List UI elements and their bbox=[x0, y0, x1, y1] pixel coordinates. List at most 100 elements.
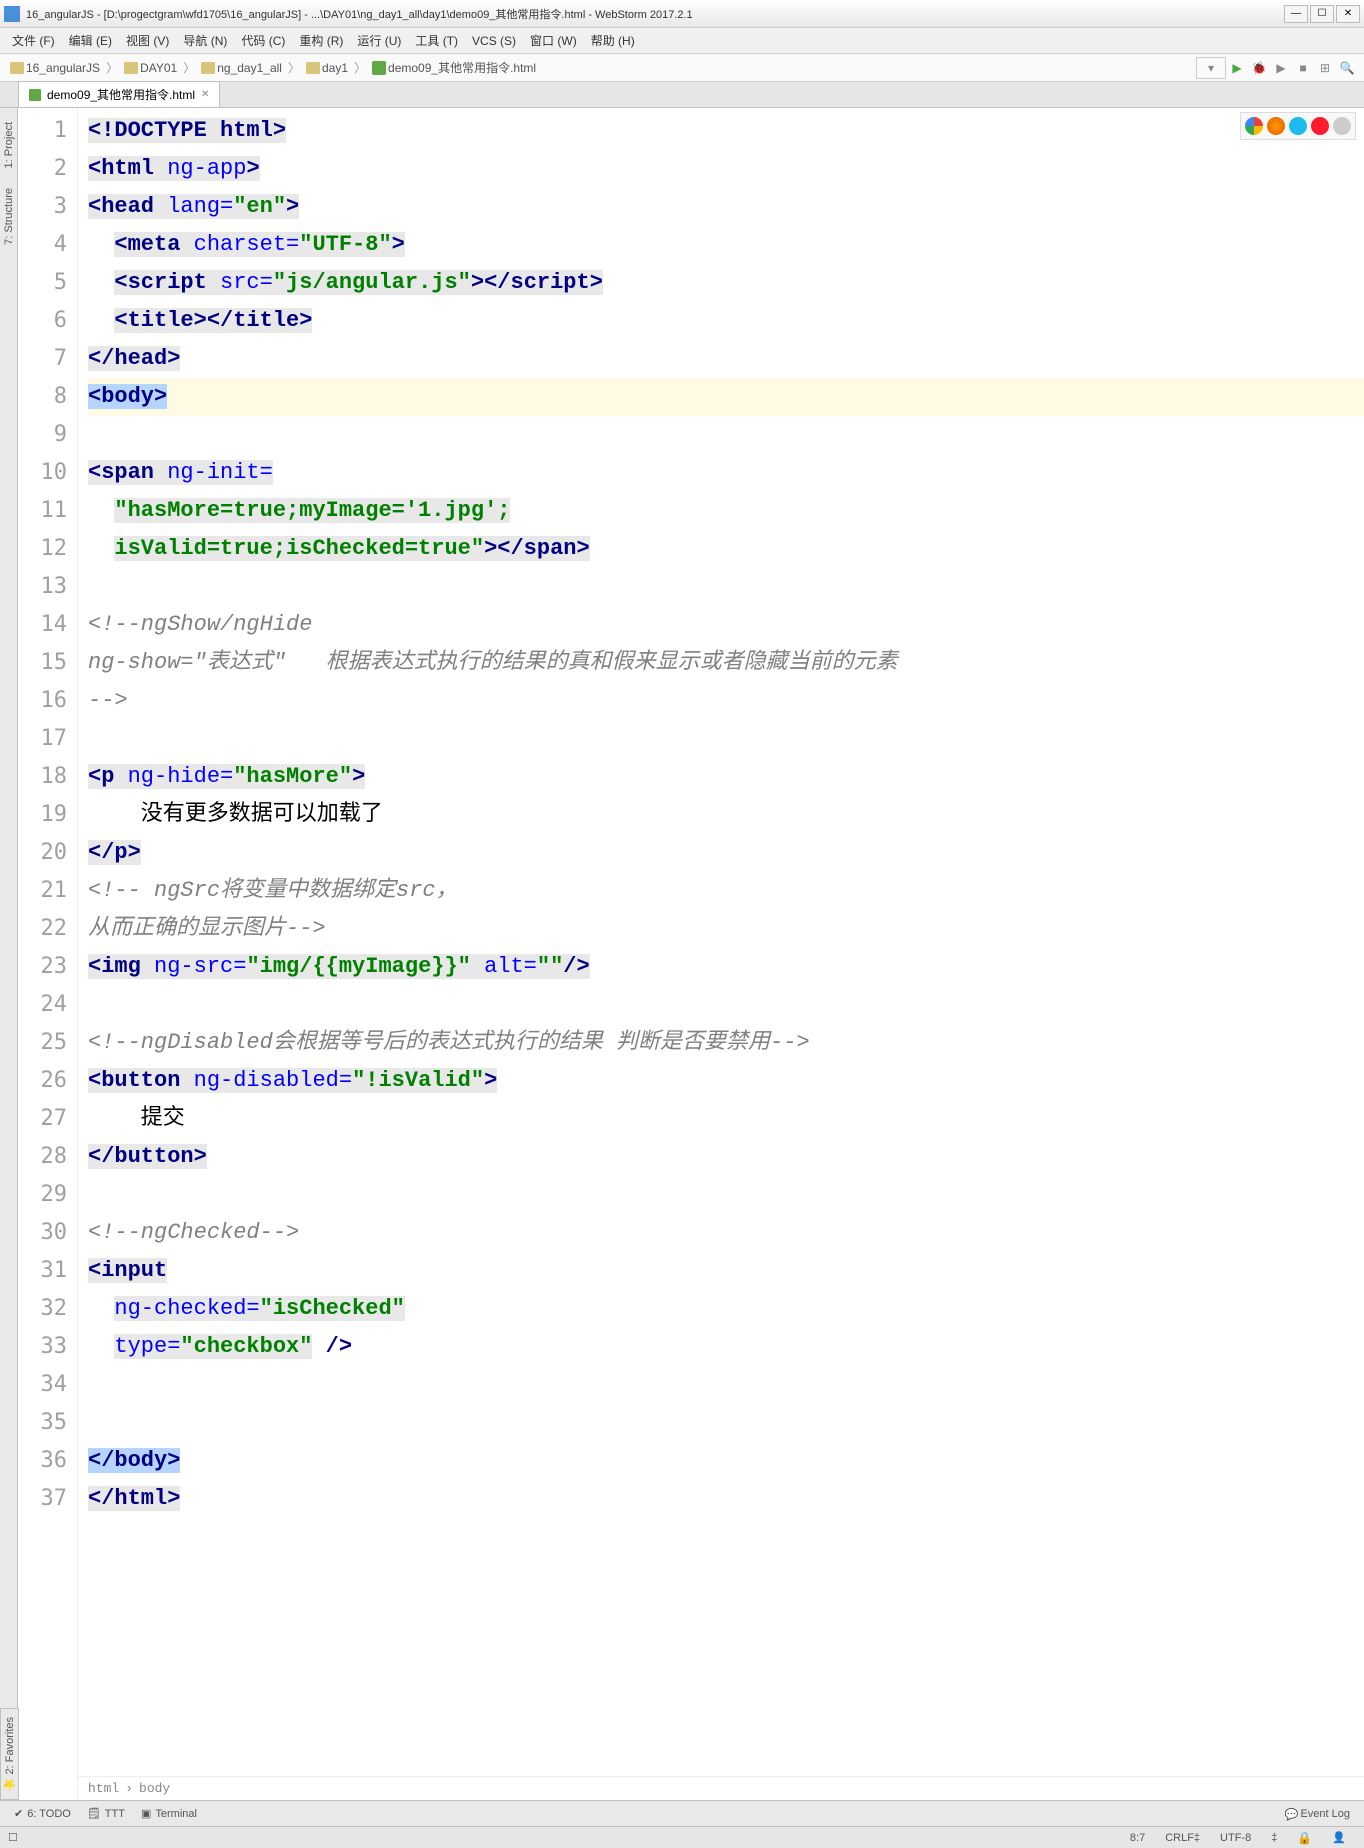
line-number: 4 bbox=[18, 226, 67, 264]
menu-run[interactable]: 运行 (U) bbox=[351, 30, 407, 51]
code-line: <head lang="en"> bbox=[88, 188, 1364, 226]
code-line: 从而正确的显示图片--> bbox=[88, 910, 1364, 948]
line-number: 27 bbox=[18, 1100, 67, 1138]
line-number: 22 bbox=[18, 910, 67, 948]
line-number: 24 bbox=[18, 986, 67, 1024]
other-browser-icon[interactable] bbox=[1333, 117, 1351, 135]
chevron-right-icon: 〉 bbox=[288, 59, 300, 76]
main-area: 1: Project 7: Structure 1 2 3 4 5 6 7 8 … bbox=[0, 108, 1364, 1800]
left-tool-tabs: 1: Project 7: Structure bbox=[0, 108, 18, 1800]
run-button[interactable]: ▶ bbox=[1226, 57, 1248, 79]
terminal-tool-tab[interactable]: ▣ Terminal bbox=[133, 1807, 205, 1820]
code-line: <!--ngShow/ngHide bbox=[88, 606, 1364, 644]
stop-button[interactable]: ■ bbox=[1292, 57, 1314, 79]
chevron-right-icon: 〉 bbox=[106, 59, 118, 76]
menu-file[interactable]: 文件 (F) bbox=[6, 30, 61, 51]
line-number: 16 bbox=[18, 682, 67, 720]
status-encoding[interactable]: UTF-8 bbox=[1210, 1832, 1261, 1844]
status-msg-icon[interactable]: ☐ bbox=[8, 1831, 18, 1844]
ie-icon[interactable] bbox=[1289, 117, 1307, 135]
line-number: 31 bbox=[18, 1252, 67, 1290]
line-number: 2 bbox=[18, 150, 67, 188]
code-line: </body> bbox=[88, 1442, 1364, 1480]
run-config-dropdown[interactable]: ▾ bbox=[1196, 57, 1226, 79]
chrome-icon[interactable] bbox=[1245, 117, 1263, 135]
chevron-right-icon: 〉 bbox=[354, 59, 366, 76]
todo-tool-tab[interactable]: ✔ 6: TODO bbox=[6, 1807, 79, 1820]
browser-preview-icons bbox=[1240, 112, 1356, 140]
breadcrumb-item[interactable]: ng_day1_all bbox=[197, 61, 286, 75]
editor[interactable]: 1 2 3 4 5 6 7 8 9 10 11 12 13 14 15 16 1… bbox=[18, 108, 1364, 1800]
menu-vcs[interactable]: VCS (S) bbox=[466, 32, 522, 50]
line-number: 36 bbox=[18, 1442, 67, 1480]
line-number: 21 bbox=[18, 872, 67, 910]
code-line: </html> bbox=[88, 1480, 1364, 1518]
opera-icon[interactable] bbox=[1311, 117, 1329, 135]
line-number: 11 bbox=[18, 492, 67, 530]
line-number: 37 bbox=[18, 1480, 67, 1518]
breadcrumb-label: day1 bbox=[322, 61, 348, 75]
minimize-button[interactable]: — bbox=[1284, 5, 1308, 23]
inspector-icon[interactable]: 👤 bbox=[1322, 1831, 1356, 1844]
debug-button[interactable]: 🐞 bbox=[1248, 57, 1270, 79]
structure-tool-tab[interactable]: 7: Structure bbox=[3, 178, 15, 255]
code-line bbox=[88, 416, 1364, 454]
structure-button[interactable]: ⊞ bbox=[1314, 57, 1336, 79]
line-number: 5 bbox=[18, 264, 67, 302]
close-tab-icon[interactable]: ✕ bbox=[201, 89, 209, 100]
line-number: 30 bbox=[18, 1214, 67, 1252]
code-line: <!--ngDisabled会根据等号后的表达式执行的结果 判断是否要禁用--> bbox=[88, 1024, 1364, 1062]
code-line bbox=[88, 720, 1364, 758]
code-area[interactable]: <!DOCTYPE html> <html ng-app> <head lang… bbox=[78, 108, 1364, 1800]
status-caret-pos[interactable]: 8:7 bbox=[1120, 1832, 1155, 1844]
code-line: <script src="js/angular.js"></script> bbox=[88, 264, 1364, 302]
breadcrumb-root[interactable]: 16_angularJS bbox=[6, 61, 104, 75]
editor-tab[interactable]: demo09_其他常用指令.html ✕ bbox=[18, 81, 220, 107]
menu-code[interactable]: 代码 (C) bbox=[235, 30, 291, 51]
status-insert-mode[interactable]: ‡ bbox=[1261, 1832, 1287, 1844]
menu-tools[interactable]: 工具 (T) bbox=[409, 30, 464, 51]
line-number: 13 bbox=[18, 568, 67, 606]
line-number: 32 bbox=[18, 1290, 67, 1328]
search-button[interactable]: 🔍 bbox=[1336, 57, 1358, 79]
bottom-tool-bar: ✔ 6: TODO 🗒 TTT ▣ Terminal 💬Event Log bbox=[0, 1800, 1364, 1826]
close-button[interactable]: ✕ bbox=[1336, 5, 1360, 23]
code-line bbox=[88, 1404, 1364, 1442]
folder-icon bbox=[201, 62, 215, 74]
menu-refactor[interactable]: 重构 (R) bbox=[293, 30, 349, 51]
status-line-ending[interactable]: CRLF‡ bbox=[1155, 1832, 1210, 1844]
html-file-icon bbox=[29, 89, 41, 101]
menu-window[interactable]: 窗口 (W) bbox=[524, 30, 583, 51]
ttt-tool-tab[interactable]: 🗒 TTT bbox=[79, 1807, 133, 1820]
breadcrumb-label: ng_day1_all bbox=[217, 61, 282, 75]
crumb-item[interactable]: body bbox=[139, 1770, 170, 1808]
maximize-button[interactable]: ☐ bbox=[1310, 5, 1334, 23]
project-tool-tab[interactable]: 1: Project bbox=[3, 112, 15, 178]
window-title: 16_angularJS - [D:\progectgram\wfd1705\1… bbox=[26, 6, 1284, 22]
code-line: <input bbox=[88, 1252, 1364, 1290]
event-log-button[interactable]: 💬Event Log bbox=[1276, 1808, 1358, 1820]
breadcrumb-item[interactable]: day1 bbox=[302, 61, 352, 75]
favorites-tool-tab[interactable]: ⭐ 2: Favorites bbox=[0, 1708, 19, 1800]
firefox-icon[interactable] bbox=[1267, 117, 1285, 135]
breadcrumb-item[interactable]: DAY01 bbox=[120, 61, 181, 75]
menu-nav[interactable]: 导航 (N) bbox=[177, 30, 233, 51]
coverage-button[interactable]: ▶ bbox=[1270, 57, 1292, 79]
code-line-caret: <body> bbox=[88, 378, 1364, 416]
navigation-bar: 16_angularJS 〉 DAY01 〉 ng_day1_all 〉 day… bbox=[0, 54, 1364, 82]
lock-icon[interactable]: 🔒 bbox=[1287, 1831, 1322, 1845]
menu-bar: 文件 (F) 编辑 (E) 视图 (V) 导航 (N) 代码 (C) 重构 (R… bbox=[0, 28, 1364, 54]
folder-icon bbox=[124, 62, 138, 74]
menu-edit[interactable]: 编辑 (E) bbox=[63, 30, 118, 51]
code-line bbox=[88, 1366, 1364, 1404]
code-line: ng-show="表达式" 根据表达式执行的结果的真和假来显示或者隐藏当前的元素 bbox=[88, 644, 1364, 682]
code-line: <title></title> bbox=[88, 302, 1364, 340]
breadcrumb-label: demo09_其他常用指令.html bbox=[388, 59, 536, 76]
line-number: 28 bbox=[18, 1138, 67, 1176]
line-number: 12 bbox=[18, 530, 67, 568]
breadcrumb-file[interactable]: demo09_其他常用指令.html bbox=[368, 59, 540, 76]
menu-view[interactable]: 视图 (V) bbox=[120, 30, 175, 51]
code-line: "hasMore=true;myImage='1.jpg'; bbox=[88, 492, 1364, 530]
menu-help[interactable]: 帮助 (H) bbox=[585, 30, 641, 51]
crumb-item[interactable]: html bbox=[88, 1770, 119, 1808]
